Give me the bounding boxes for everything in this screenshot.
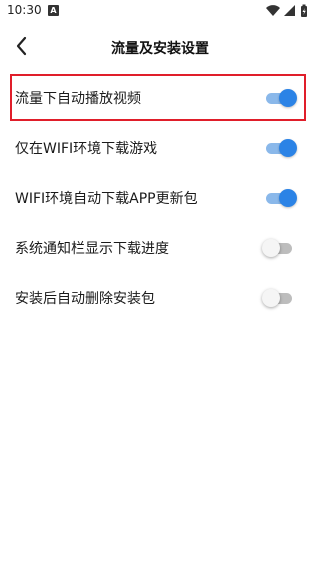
toggle-knob [279, 89, 297, 107]
notification-badge-icon: A [48, 5, 59, 16]
toggle-switch[interactable] [266, 187, 297, 209]
toggle-switch[interactable] [266, 137, 297, 159]
setting-row-wifi-only-download[interactable]: 仅在WIFI环境下载游戏 [0, 123, 320, 173]
setting-label: 仅在WIFI环境下载游戏 [15, 141, 158, 157]
toggle-switch[interactable] [266, 87, 297, 109]
setting-row-wifi-auto-update[interactable]: WIFI环境自动下载APP更新包 [0, 173, 320, 223]
toggle-knob [262, 239, 280, 257]
status-bar: 10:30 A [0, 0, 320, 24]
toggle-switch[interactable] [262, 237, 296, 259]
setting-row-notification-progress[interactable]: 系统通知栏显示下载进度 [0, 223, 320, 273]
signal-icon [284, 5, 295, 16]
setting-label: 安装后自动删除安装包 [15, 291, 155, 307]
header: 流量及安装设置 [0, 28, 320, 66]
page-title: 流量及安装设置 [111, 41, 209, 57]
battery-icon [301, 4, 307, 17]
toggle-knob [279, 189, 297, 207]
setting-row-autoplay-video[interactable]: 流量下自动播放视频 [0, 73, 320, 123]
setting-row-delete-after-install[interactable]: 安装后自动删除安装包 [0, 273, 320, 323]
status-icons [266, 4, 307, 17]
settings-list: 流量下自动播放视频 仅在WIFI环境下载游戏 WIFI环境自动下载APP更新包 … [0, 73, 320, 323]
toggle-knob [279, 139, 297, 157]
status-time: 10:30 [7, 3, 42, 17]
setting-label: WIFI环境自动下载APP更新包 [15, 191, 198, 207]
setting-label: 系统通知栏显示下载进度 [15, 241, 169, 257]
setting-label: 流量下自动播放视频 [15, 91, 141, 107]
toggle-knob [262, 289, 280, 307]
wifi-icon [266, 5, 280, 16]
toggle-switch[interactable] [262, 287, 296, 309]
